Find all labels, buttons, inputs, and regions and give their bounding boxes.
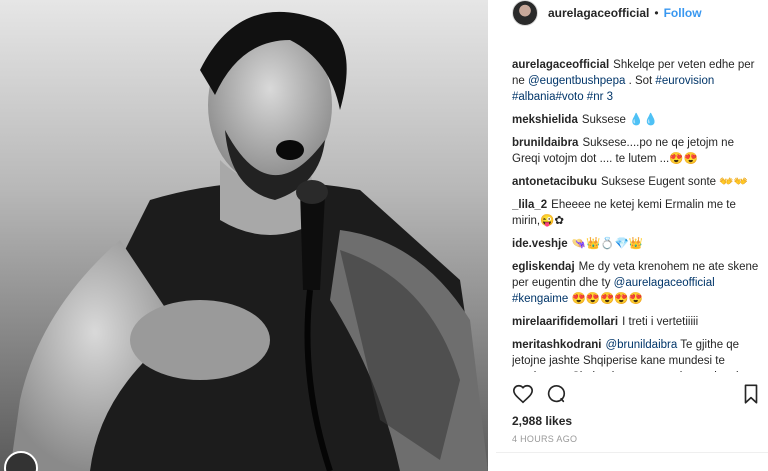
comment-username[interactable]: brunildaibra — [512, 137, 578, 149]
list-item: brunildaibra Suksese....po ne qe jetojm n… — [512, 135, 762, 167]
comment-mention[interactable]: @eugentbushpepa — [528, 75, 625, 87]
comment-text: Suksese Eugent sonte 👐👐 — [600, 176, 748, 188]
comment-text-tail: . Sot — [625, 75, 656, 87]
list-item: mekshielida Suksese 💧💧 — [512, 112, 762, 128]
comment-text: Suksese 💧💧 — [581, 114, 658, 126]
post-header: aurelagaceofficial • Follow — [496, 0, 768, 26]
comment-username[interactable]: mirelaarifidemollari — [512, 316, 618, 328]
comment-text: I treti i vertetiiiii — [622, 316, 699, 328]
list-item: ide.veshje 👒👑💍💎👑 — [512, 236, 762, 252]
comments-list[interactable]: aurelagaceofficial Shkelqe per veten edhe… — [512, 57, 762, 372]
comment-username[interactable]: aurelagaceofficial — [512, 59, 609, 71]
comment-username[interactable]: egliskendaj — [512, 261, 575, 273]
post-timestamp: 4 HOURS AGO — [512, 434, 578, 444]
list-item: mirelaarifidemollari I treti i vertetiiii… — [512, 314, 762, 330]
bookmark-icon[interactable] — [740, 383, 762, 405]
likes-count[interactable]: 2,988 likes — [512, 414, 572, 428]
comment-icon[interactable] — [545, 383, 567, 405]
heart-icon[interactable] — [512, 383, 534, 405]
divider — [496, 452, 768, 453]
list-item: meritashkodrani @brunildaibra Te gjithe q… — [512, 337, 762, 372]
list-item: _lila_2 Eheeee ne ketej kemi Ermalin me t… — [512, 197, 762, 229]
comment-mention[interactable]: @brunildaibra — [605, 339, 677, 351]
singer-photo — [0, 0, 488, 471]
comment-username[interactable]: antonetacibuku — [512, 176, 597, 188]
avatar[interactable] — [512, 0, 538, 26]
post-username[interactable]: aurelagaceofficial — [548, 6, 649, 20]
comment-username[interactable]: mekshielida — [512, 114, 578, 126]
comment-hashtags[interactable]: #kengaime — [512, 293, 568, 305]
list-item: egliskendaj Me dy veta krenohem ne ate sk… — [512, 259, 762, 307]
comment-username[interactable]: meritashkodrani — [512, 339, 601, 351]
list-item: antonetacibuku Suksese Eugent sonte 👐👐 — [512, 174, 762, 190]
follow-button[interactable]: Follow — [664, 6, 702, 20]
caption-comment: aurelagaceofficial Shkelqe per veten edhe… — [512, 57, 762, 105]
comment-username[interactable]: ide.veshje — [512, 238, 568, 250]
post-side-panel: aurelagaceofficial • Follow aurelagaceof… — [496, 0, 768, 471]
post-photo[interactable] — [0, 0, 488, 471]
comment-username[interactable]: _lila_2 — [512, 199, 547, 211]
comment-mention[interactable]: @aurelagaceofficial — [614, 277, 715, 289]
separator-dot: • — [654, 5, 659, 20]
post-actions — [512, 383, 762, 405]
comment-text-after: 😍😍😍😍😍 — [568, 293, 644, 305]
comment-text: 👒👑💍💎👑 — [571, 238, 644, 250]
